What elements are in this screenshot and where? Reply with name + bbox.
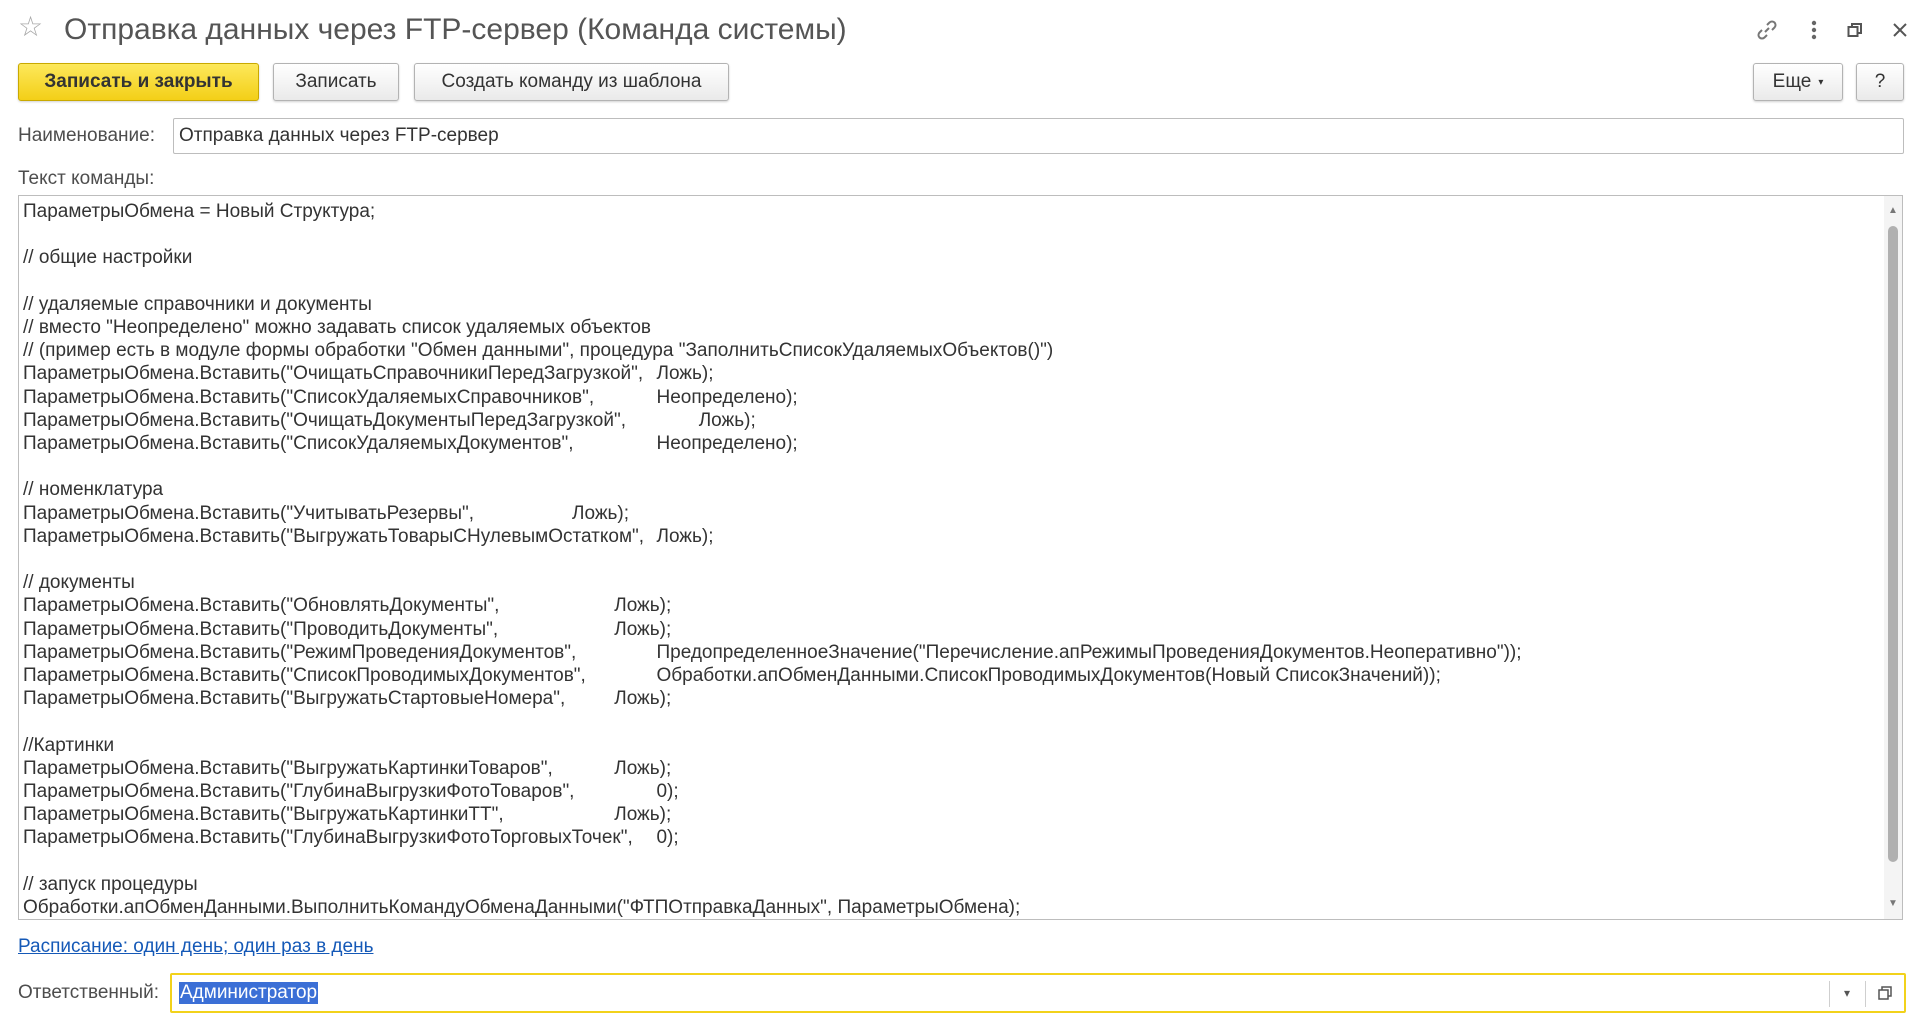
command-text[interactable]: ПараметрыОбмена = Новый Структура; // об…: [23, 200, 1883, 919]
responsible-value: Администратор: [179, 982, 319, 1004]
dropdown-arrow-icon[interactable]: ▾: [1832, 978, 1862, 1008]
vertical-scrollbar[interactable]: ▲ ▼: [1884, 196, 1902, 919]
name-field[interactable]: Отправка данных через FTP-сервер: [173, 118, 1904, 154]
more-label: Еще: [1772, 71, 1812, 92]
field-divider: [1865, 981, 1866, 1007]
name-value: Отправка данных через FTP-сервер: [179, 125, 499, 146]
create-from-template-button[interactable]: Создать команду из шаблона: [414, 63, 729, 101]
responsible-label: Ответственный:: [18, 982, 159, 1003]
responsible-field[interactable]: Администратор ▾: [170, 973, 1906, 1013]
save-button[interactable]: Записать: [273, 63, 399, 101]
link-icon[interactable]: [1750, 14, 1784, 46]
restore-window-icon[interactable]: [1838, 14, 1872, 46]
scroll-down-icon[interactable]: ▼: [1886, 897, 1900, 911]
vertical-dots-icon[interactable]: [1797, 14, 1831, 46]
command-text-editor[interactable]: ПараметрыОбмена = Новый Структура; // об…: [18, 195, 1903, 920]
schedule-link[interactable]: Расписание: один день; один раз в день: [18, 936, 373, 958]
save-and-close-button[interactable]: Записать и закрыть: [18, 63, 259, 101]
field-divider: [1829, 981, 1830, 1007]
scroll-up-icon[interactable]: ▲: [1886, 204, 1900, 218]
open-item-icon[interactable]: [1870, 978, 1900, 1008]
close-icon[interactable]: [1883, 14, 1917, 46]
star-icon[interactable]: ☆: [18, 12, 43, 42]
help-button[interactable]: ?: [1856, 63, 1904, 101]
command-text-label: Текст команды:: [18, 168, 155, 189]
page-title: Отправка данных через FTP-сервер (Команд…: [64, 13, 847, 46]
scrollbar-thumb[interactable]: [1888, 226, 1898, 862]
chevron-down-icon: ▾: [1818, 76, 1824, 88]
name-label: Наименование:: [18, 125, 155, 146]
more-menu-button[interactable]: Еще ▾: [1753, 63, 1843, 101]
